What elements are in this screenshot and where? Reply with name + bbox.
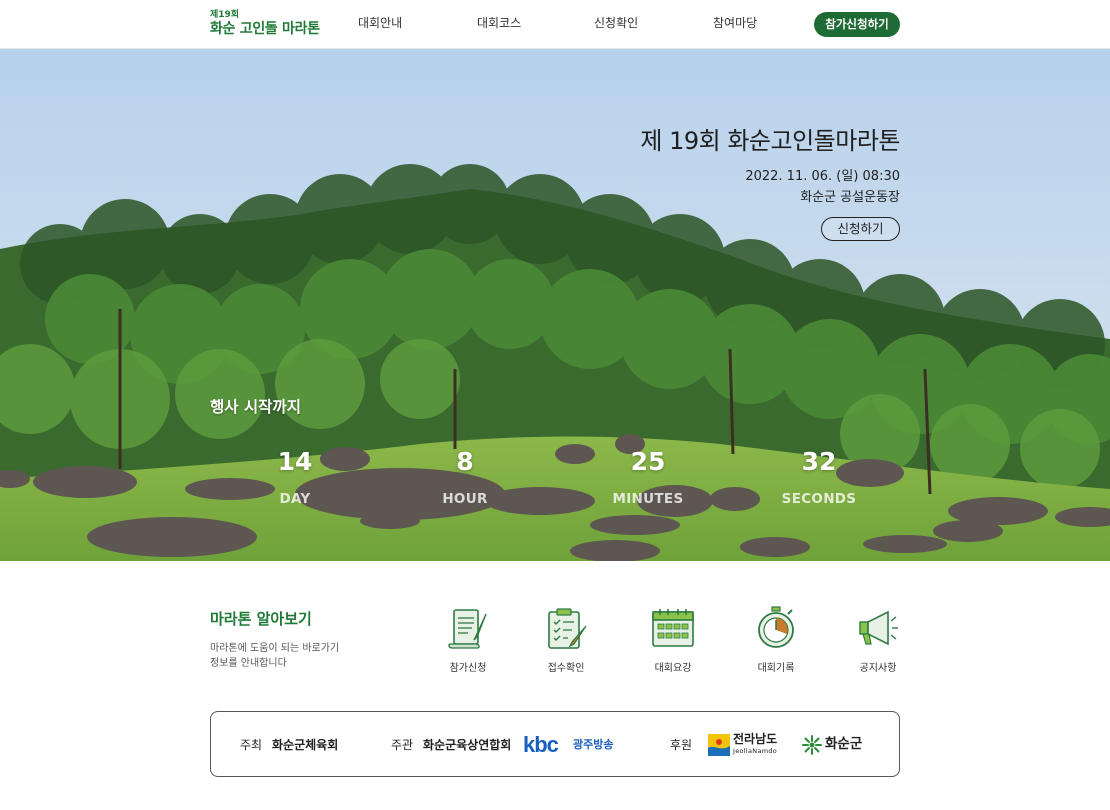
site-logo[interactable]: 제19회 화순 고인돌 마라톤 — [210, 10, 320, 38]
quick-link-guidelines[interactable]: 대회요강 — [633, 606, 713, 674]
quick-links-description: 마라톤에 도움이 되는 바로가기 정보를 안내합니다 — [210, 641, 360, 671]
kbc-logo: kbc — [523, 732, 559, 757]
hero-landscape-image — [0, 49, 1110, 561]
quick-link-apply-label: 참가신청 — [449, 663, 487, 674]
site-header: 제19회 화순 고인돌 마라톤 대회안내 대회코스 신청확인 참여마당 참가신청… — [0, 0, 1110, 49]
countdown-seconds-label: SECONDS — [781, 491, 857, 507]
clipboard-check-icon — [548, 608, 587, 649]
calendar-icon — [652, 609, 694, 647]
quick-link-notice[interactable]: 공지사항 — [838, 606, 918, 674]
jeonnam-sub: JeollaNamdo — [733, 747, 778, 755]
quick-link-notice-label: 공지사항 — [859, 663, 897, 674]
quick-link-records-label: 대회기록 — [757, 663, 795, 674]
nav-item-course[interactable]: 대회코스 — [477, 0, 521, 49]
quick-link-confirm[interactable]: 접수확인 — [526, 606, 606, 674]
countdown-seconds-value: 32 — [801, 447, 837, 476]
countdown-minutes-label: MINUTES — [612, 491, 684, 507]
quick-link-records[interactable]: 대회기록 — [736, 606, 816, 674]
apply-button[interactable]: 참가신청하기 — [814, 12, 900, 37]
hero-banner: 제 19회 화순고인돌마라톤 2022. 11. 06. (일) 08:30 화… — [0, 49, 1110, 561]
kbc-name: 광주방송 — [573, 738, 614, 751]
organizer-label: 주관 — [391, 738, 414, 752]
host-name: 화순군체육회 — [272, 738, 339, 752]
countdown-hours-value: 8 — [456, 447, 474, 476]
nav-item-guide[interactable]: 대회안내 — [358, 0, 402, 49]
quick-link-confirm-label: 접수확인 — [547, 663, 585, 674]
host-label: 주최 — [240, 738, 263, 752]
hero-apply-button[interactable]: 신청하기 — [821, 217, 900, 241]
jeonnam-name: 전라남도 — [733, 732, 778, 746]
stopwatch-icon — [758, 606, 794, 648]
quick-links-title: 마라톤 알아보기 — [210, 610, 312, 628]
countdown-title: 행사 시작까지 — [210, 398, 301, 416]
scroll-pen-icon — [448, 609, 487, 649]
megaphone-icon — [859, 610, 898, 646]
logo-title: 화순 고인돌 마라톤 — [210, 21, 320, 37]
logo-edition: 제19회 — [210, 10, 240, 20]
countdown-days-value: 14 — [277, 447, 313, 476]
hero-date: 2022. 11. 06. (일) 08:30 — [745, 169, 900, 184]
support-label: 후원 — [670, 738, 693, 752]
nav-item-check[interactable]: 신청확인 — [594, 0, 638, 49]
hero-title: 제 19회 화순고인돌마라톤 — [640, 127, 900, 155]
countdown-minutes-value: 25 — [630, 447, 666, 476]
nav-item-community[interactable]: 참여마당 — [713, 0, 757, 49]
hwasun-logo-icon — [801, 734, 823, 760]
quick-link-apply[interactable]: 참가신청 — [428, 606, 508, 674]
countdown-days-label: DAY — [279, 491, 311, 507]
hero-venue: 화순군 공설운동장 — [800, 190, 900, 205]
jeonnam-logo-icon — [708, 734, 730, 756]
organizer-name: 화순군육상연합회 — [423, 738, 512, 752]
quick-desc-line-2: 정보를 안내합니다 — [210, 658, 287, 669]
sponsor-box: 주최 화순군체육회 주관 화순군육상연합회 kbc 광주방송 후원 전라남도 J… — [210, 711, 900, 777]
quick-desc-line-1: 마라톤에 도움이 되는 바로가기 — [210, 643, 340, 654]
countdown-hours-label: HOUR — [442, 491, 488, 507]
hwasun-name: 화순군 — [825, 736, 863, 752]
quick-link-guidelines-label: 대회요강 — [654, 663, 692, 674]
